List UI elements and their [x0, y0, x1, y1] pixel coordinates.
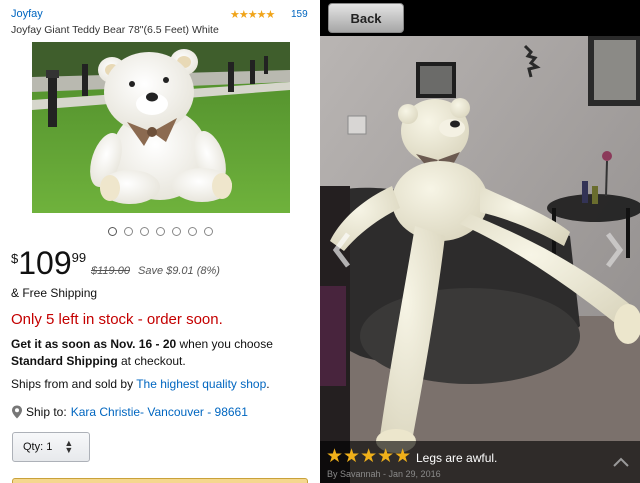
seller-link[interactable]: The highest quality shop	[136, 377, 266, 391]
carousel-dot[interactable]	[172, 227, 181, 236]
product-title: Joyfay Giant Teddy Bear 78"(6.5 Feet) Wh…	[11, 24, 219, 36]
review-rating-stars: ★★★★★	[326, 446, 412, 467]
quantity-selector[interactable]: Qty: 1 ▲ ▼	[12, 432, 90, 462]
fulfillment-suffix: .	[266, 377, 270, 391]
location-pin-icon	[12, 405, 22, 419]
carousel-dot[interactable]	[124, 227, 133, 236]
image-carousel-dots[interactable]	[108, 227, 213, 236]
back-button[interactable]: Back	[328, 3, 404, 33]
delivery-middle: when you choose	[176, 337, 273, 351]
quantity-value: 1	[46, 441, 53, 453]
review-count-link[interactable]: 159	[291, 9, 308, 20]
list-price: $119.00	[91, 265, 130, 277]
carousel-dot[interactable]	[156, 227, 165, 236]
review-byline: By Savannah - Jan 29, 2016	[327, 469, 441, 479]
free-shipping-text: & Free Shipping	[11, 286, 98, 300]
up-down-chevron-icon: ▲ ▼	[64, 438, 74, 455]
fulfillment-prefix: Ships from and sold by	[11, 377, 137, 391]
chevron-right-icon[interactable]	[602, 230, 626, 270]
brand-link[interactable]: Joyfay	[11, 8, 43, 20]
delivery-method: Standard Shipping	[11, 354, 118, 368]
delivery-suffix: at checkout.	[117, 354, 186, 368]
savings-text: Save $9.01 (8%)	[138, 265, 220, 277]
ship-to-address-link[interactable]: Kara Christie- Vancouver - 98661	[71, 405, 248, 419]
price-whole: 109	[18, 245, 72, 281]
stock-warning: Only 5 left in stock - order soon.	[11, 311, 223, 328]
carousel-dot[interactable]	[188, 227, 197, 236]
fulfillment-info: Ships from and sold by The highest quali…	[11, 377, 270, 391]
chevron-left-icon[interactable]	[330, 230, 354, 270]
chevron-up-icon[interactable]	[612, 456, 630, 468]
ship-to-label: Ship to:	[26, 405, 67, 419]
price-fraction: 99	[71, 250, 87, 265]
ship-to-row[interactable]: Ship to: Kara Christie- Vancouver - 9866…	[11, 405, 248, 419]
review-headline: Legs are awful.	[416, 451, 498, 465]
carousel-dot[interactable]	[140, 227, 149, 236]
price: $10999	[11, 247, 86, 279]
product-image[interactable]	[32, 42, 290, 213]
carousel-dot[interactable]	[204, 227, 213, 236]
currency-symbol: $	[11, 251, 19, 266]
review-image-viewer: Back ★★★★★ Legs are awful. By Savannah -…	[320, 0, 640, 483]
product-listing-panel: Joyfay ★★★★★ 159 Joyfay Giant Teddy Bear…	[0, 0, 320, 483]
customer-review-photo	[320, 36, 640, 483]
quantity-label: Qty:	[23, 441, 44, 453]
delivery-date: Get it as soon as Nov. 16 - 20	[11, 337, 177, 351]
delivery-estimate: Get it as soon as Nov. 16 - 20 when you …	[11, 336, 311, 370]
carousel-dot[interactable]	[108, 227, 117, 236]
rating-stars[interactable]: ★★★★★	[230, 8, 275, 21]
add-to-cart-button[interactable]	[12, 478, 308, 483]
